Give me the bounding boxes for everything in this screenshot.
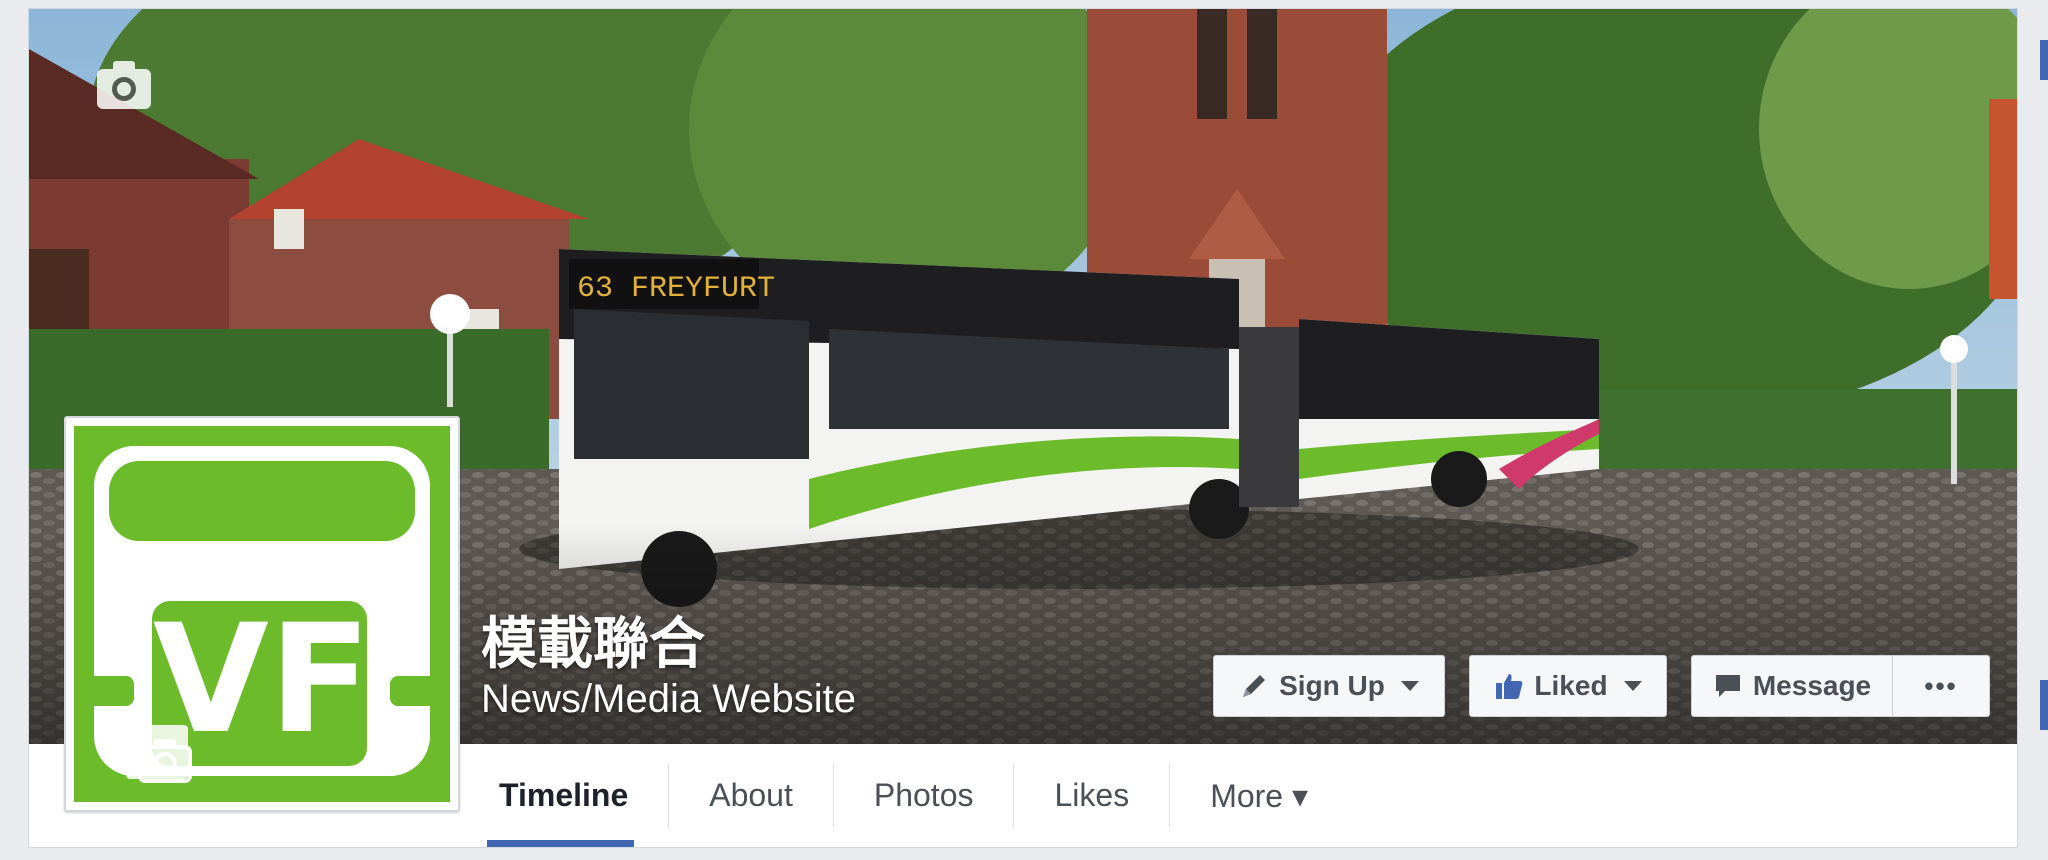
message-label: Message [1752, 670, 1872, 701]
page-tabs: Timeline About Photos Likes More ▾ [487, 744, 1348, 847]
caret-down-icon [1623, 681, 1642, 691]
tab-about[interactable]: About [669, 744, 833, 847]
pencil-icon [1243, 675, 1266, 697]
liked-button[interactable]: Liked [1469, 655, 1667, 717]
more-actions-button[interactable]: ••• [1892, 655, 1990, 717]
thumbs-up-icon [1496, 674, 1523, 699]
caret-down-icon [1400, 681, 1419, 691]
tab-photos[interactable]: Photos [834, 744, 1014, 847]
more-actions-label: ••• [1924, 670, 1958, 701]
sign-up-label: Sign Up [1279, 670, 1385, 701]
page-header-frame: 63 FREYFURT 模載聯合 News/Media Website Sign… [28, 8, 2018, 848]
message-icon [1715, 675, 1740, 697]
bus-route-sign: 63 FREYFURT [577, 272, 775, 306]
tab-timeline[interactable]: Timeline [487, 744, 635, 847]
camera-icon[interactable] [126, 725, 192, 783]
sidebar-edge [2040, 680, 2048, 730]
tab-more[interactable]: More ▾ [1170, 744, 1348, 847]
sidebar-edge [2040, 40, 2048, 80]
profile-picture[interactable]: VF [64, 416, 460, 812]
page-title: 模載聯合 [481, 612, 705, 677]
camera-icon[interactable] [95, 59, 153, 111]
message-button[interactable]: Message [1691, 655, 1893, 717]
sign-up-button[interactable]: Sign Up [1213, 655, 1445, 717]
tab-likes[interactable]: Likes [1014, 744, 1169, 847]
page-category: News/Media Website [481, 677, 856, 721]
liked-label: Liked [1534, 670, 1608, 701]
